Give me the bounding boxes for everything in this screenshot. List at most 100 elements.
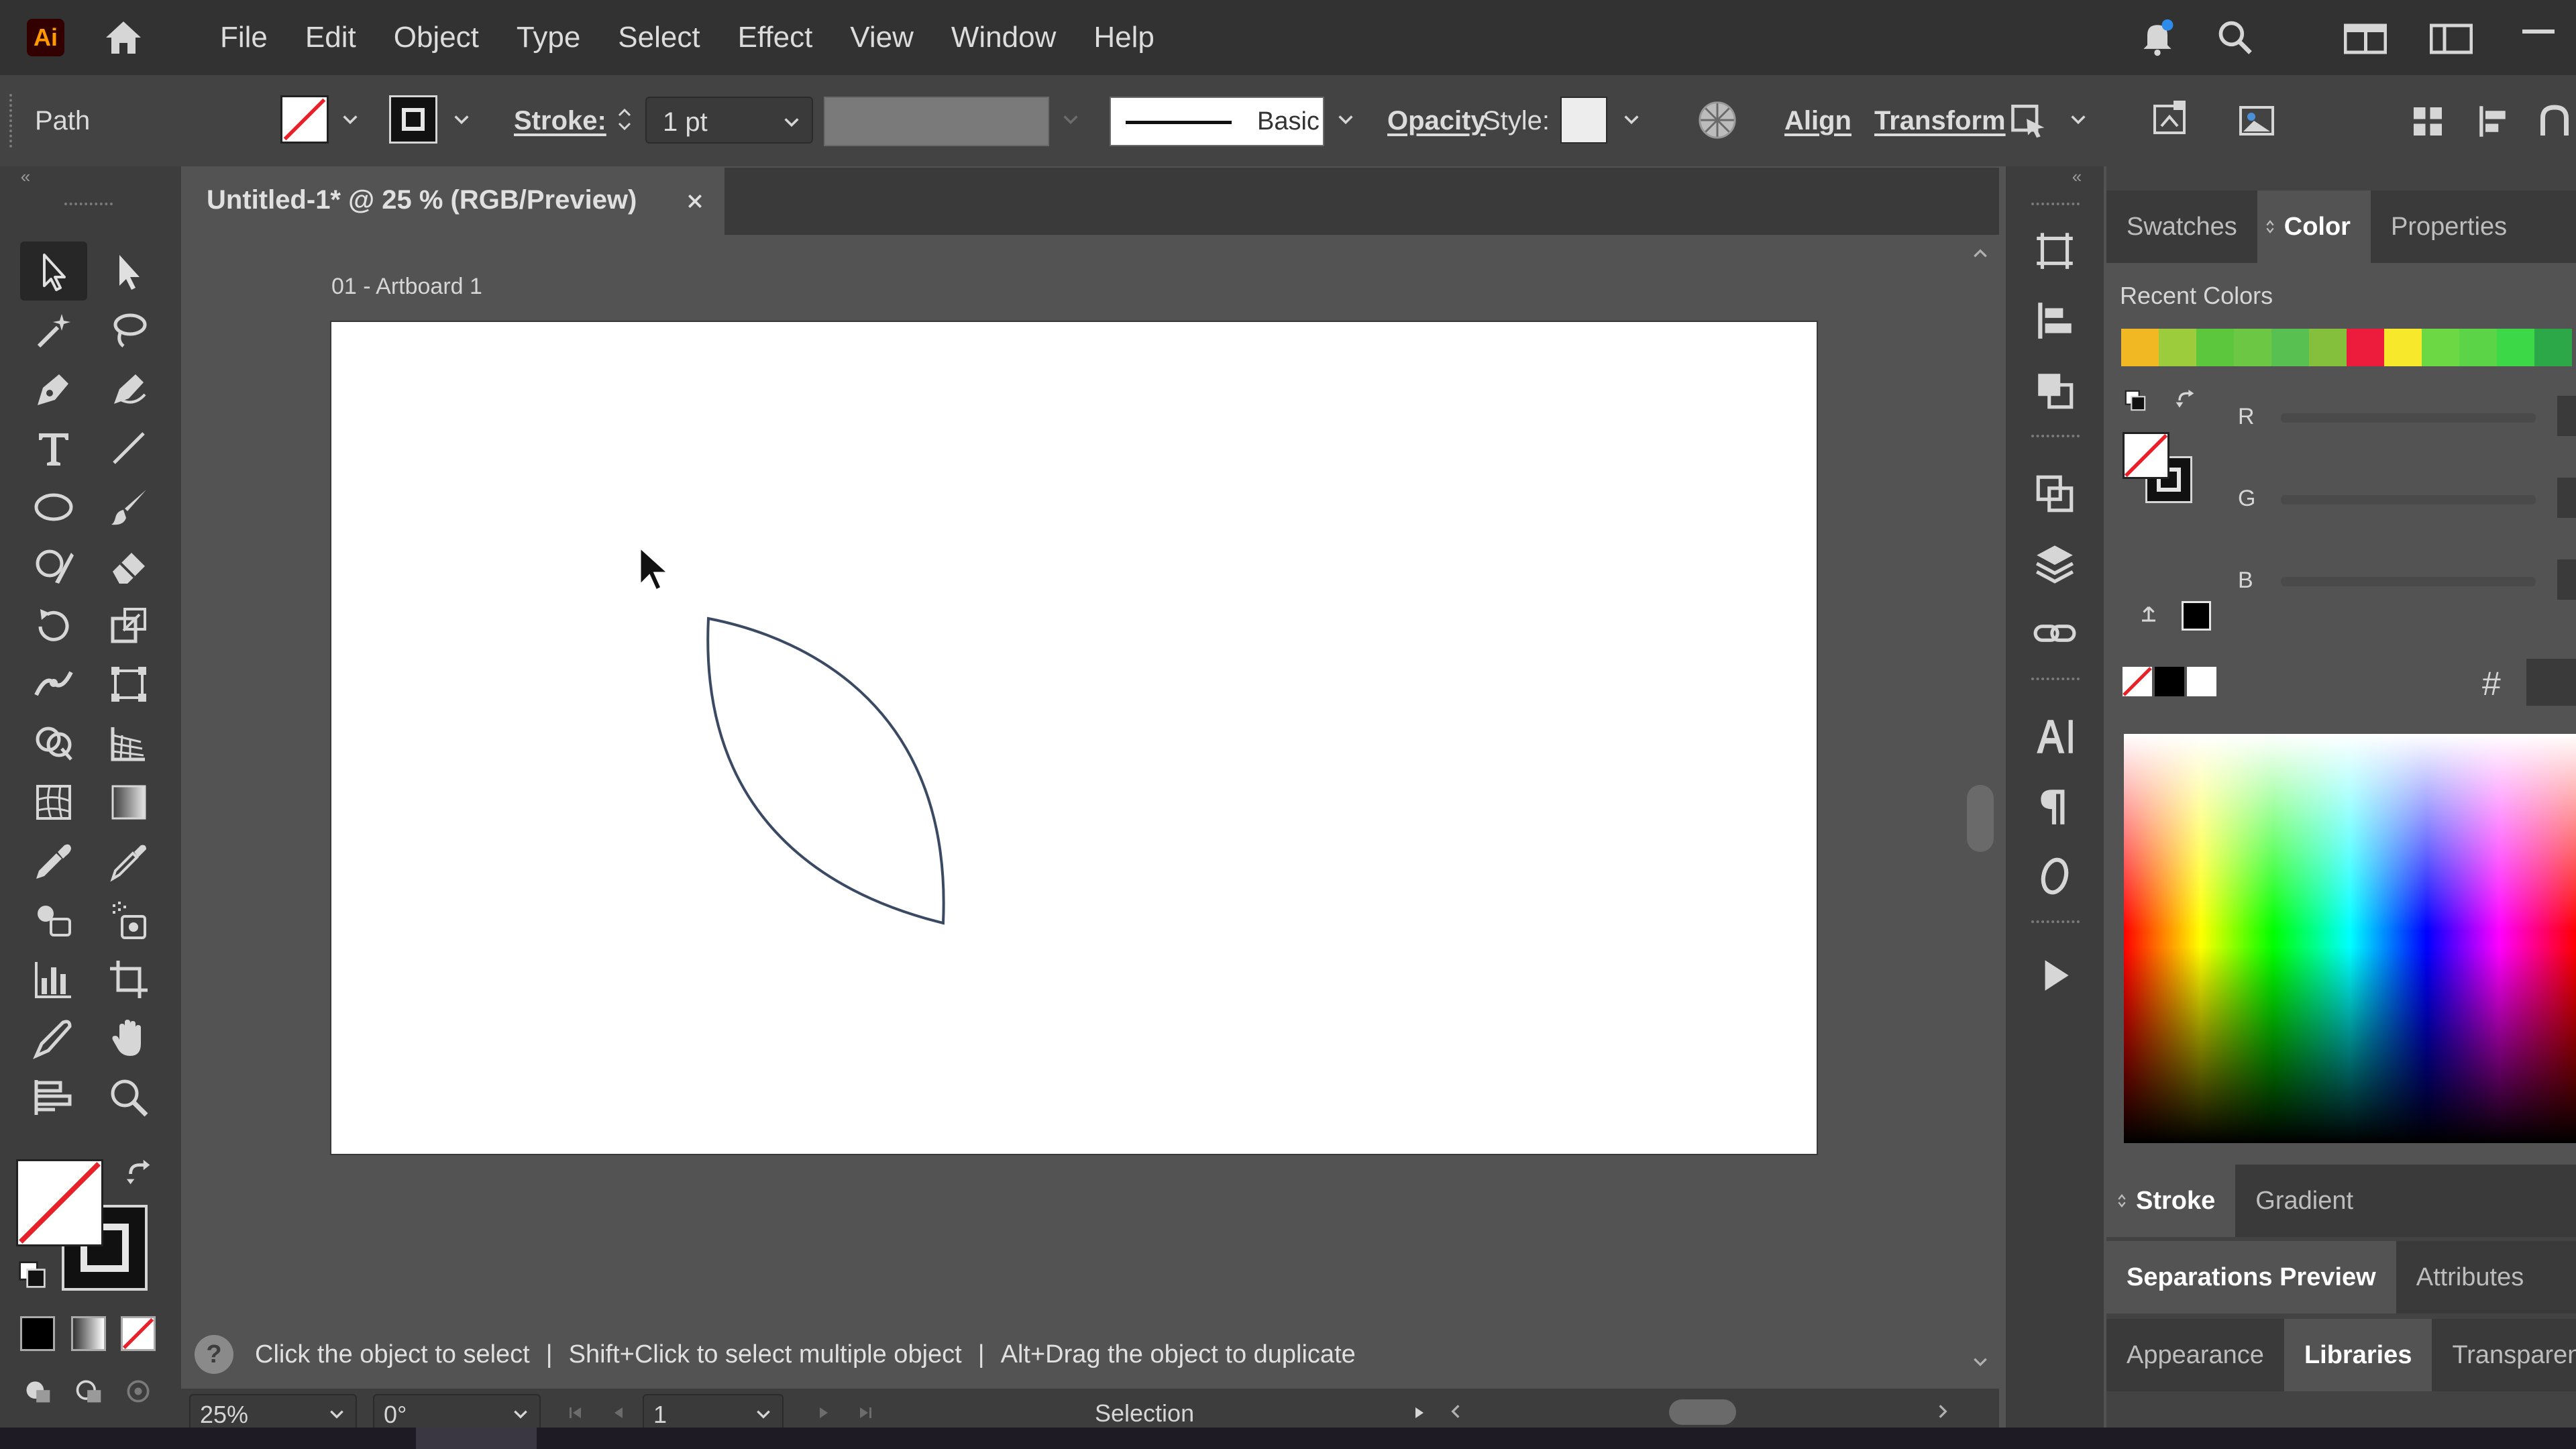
rotate-tool[interactable] [20,596,87,655]
stroke-dropdown-chevron-down-icon[interactable] [448,106,475,133]
last-color-swatch[interactable] [2182,601,2211,631]
draw-behind-icon[interactable] [70,1373,107,1410]
paintbrush-tool[interactable] [95,478,162,537]
blend-tool[interactable] [20,891,87,950]
minimize-button[interactable] [2522,30,2555,34]
color-mode-solid-button[interactable] [20,1316,55,1351]
menu-type[interactable]: Type [498,0,599,75]
swap-fill-stroke-icon[interactable] [121,1155,158,1193]
warp-icon[interactable] [2533,101,2576,142]
recent-color-swatch[interactable] [2309,329,2347,366]
links-panel-icon[interactable] [2006,598,2104,668]
arrange-documents-icon[interactable] [2340,19,2391,59]
opentype-panel-icon[interactable] [2006,841,2104,911]
channel-b-slider[interactable] [2281,577,2536,586]
style-chevron-down-icon[interactable] [1618,106,1645,133]
stroke-weight-field[interactable]: 1 pt [645,97,813,144]
artboards-panel-icon[interactable] [2006,216,2104,286]
curvature-tool[interactable] [95,360,162,419]
zoom-tool[interactable] [95,1068,162,1127]
column-graph-tool[interactable] [20,950,87,1009]
transform-panel-icon[interactable] [2006,459,2104,529]
menu-view[interactable]: View [831,0,932,75]
recent-color-swatch[interactable] [2234,329,2271,366]
transform-link[interactable]: Transform [1874,106,2006,136]
taskbar-active-item[interactable] [416,1428,537,1449]
recent-color-swatch[interactable] [2271,329,2309,366]
vertical-scroll-thumb[interactable] [1967,785,1994,852]
actions-play-icon[interactable] [2006,941,2104,1010]
close-tab-icon[interactable] [679,185,711,217]
lasso-tool[interactable] [95,301,162,360]
hex-field[interactable] [2526,659,2576,706]
zoom-field[interactable]: 25% [189,1394,357,1432]
recent-color-swatch[interactable] [2534,329,2572,366]
hand-tool[interactable] [95,1009,162,1068]
graphic-style-swatch[interactable] [1560,97,1607,144]
menu-select[interactable]: Select [599,0,718,75]
align-left-icon[interactable] [2473,101,2517,142]
paragraph-panel-icon[interactable] [2006,771,2104,841]
last-artboard-icon[interactable] [851,1399,880,1426]
artboard[interactable] [330,321,1818,1155]
brush-chevron-down-icon[interactable] [1332,106,1359,133]
recent-color-swatch[interactable] [2121,329,2159,366]
workspace-switcher-icon[interactable] [2426,19,2477,59]
zoom-chevron-down-icon[interactable] [325,1402,349,1426]
scroll-left-icon[interactable] [1442,1398,1469,1425]
out-of-gamut-icon[interactable] [2133,598,2164,629]
white-swatch[interactable] [2187,667,2216,696]
notification-bell-icon[interactable] [2133,16,2182,59]
horizontal-scrollbar[interactable] [1442,1395,1963,1428]
scroll-right-icon[interactable] [1929,1398,1956,1425]
symbol-sprayer-tool[interactable] [95,891,162,950]
tab-transparency[interactable]: Transparency [2432,1319,2576,1391]
draw-normal-icon[interactable] [19,1373,56,1410]
channel-g-field[interactable] [2557,478,2576,518]
stroke-swatch[interactable] [389,95,437,144]
tab-color[interactable]: Color [2257,191,2371,263]
tab-separations-preview[interactable]: Separations Preview [2106,1241,2396,1313]
scroll-down-icon[interactable] [1967,1348,1994,1375]
channel-r-slider[interactable] [2281,413,2536,423]
menu-window[interactable]: Window [932,0,1075,75]
artboard-number-chevron-down-icon[interactable] [751,1402,775,1426]
align-link[interactable]: Align [1784,106,1851,136]
recent-color-swatch[interactable] [2384,329,2422,366]
measure-eyedropper-icon[interactable] [95,832,162,891]
horizontal-scroll-thumb[interactable] [1669,1399,1736,1425]
search-icon[interactable] [2211,16,2259,59]
scroll-up-icon[interactable] [1967,240,1994,267]
tab-libraries[interactable]: Libraries [2284,1319,2432,1391]
black-swatch[interactable] [2155,667,2184,696]
home-icon[interactable] [97,16,150,59]
scale-tool[interactable] [95,596,162,655]
collapse-dock-icon[interactable]: « [2065,166,2089,186]
collapse-toolbar-icon[interactable]: « [13,166,38,186]
isolate-chevron-down-icon[interactable] [2065,106,2092,133]
help-icon[interactable]: ? [195,1335,233,1374]
previous-artboard-icon[interactable] [604,1399,633,1426]
tab-swatches[interactable]: Swatches [2106,191,2257,263]
ellipse-tool[interactable] [20,478,87,537]
artboard-tool[interactable] [95,950,162,1009]
eyedropper-tool[interactable] [20,832,87,891]
tab-attributes[interactable]: Attributes [2396,1241,2544,1313]
recent-color-swatch[interactable] [2459,329,2497,366]
perspective-grid-tool[interactable] [95,714,162,773]
stroke-weight-stepper[interactable] [609,94,640,145]
tab-appearance[interactable]: Appearance [2106,1319,2284,1391]
first-artboard-icon[interactable] [561,1399,590,1426]
opacity-link[interactable]: Opacity [1387,106,1486,136]
fill-color-box[interactable] [16,1159,103,1246]
slice-tool[interactable] [20,1009,87,1068]
recent-color-swatch[interactable] [2422,329,2459,366]
draw-inside-icon[interactable] [119,1373,157,1410]
rotate-view-field[interactable]: 0° [373,1394,541,1432]
distribute-objects-icon[interactable] [2406,101,2450,142]
gradient-tool[interactable] [95,773,162,832]
tab-stroke[interactable]: Stroke [2106,1165,2236,1237]
recent-color-swatch[interactable] [2347,329,2384,366]
channel-r-field[interactable] [2557,396,2576,436]
panel-fill-box[interactable] [2123,432,2169,479]
